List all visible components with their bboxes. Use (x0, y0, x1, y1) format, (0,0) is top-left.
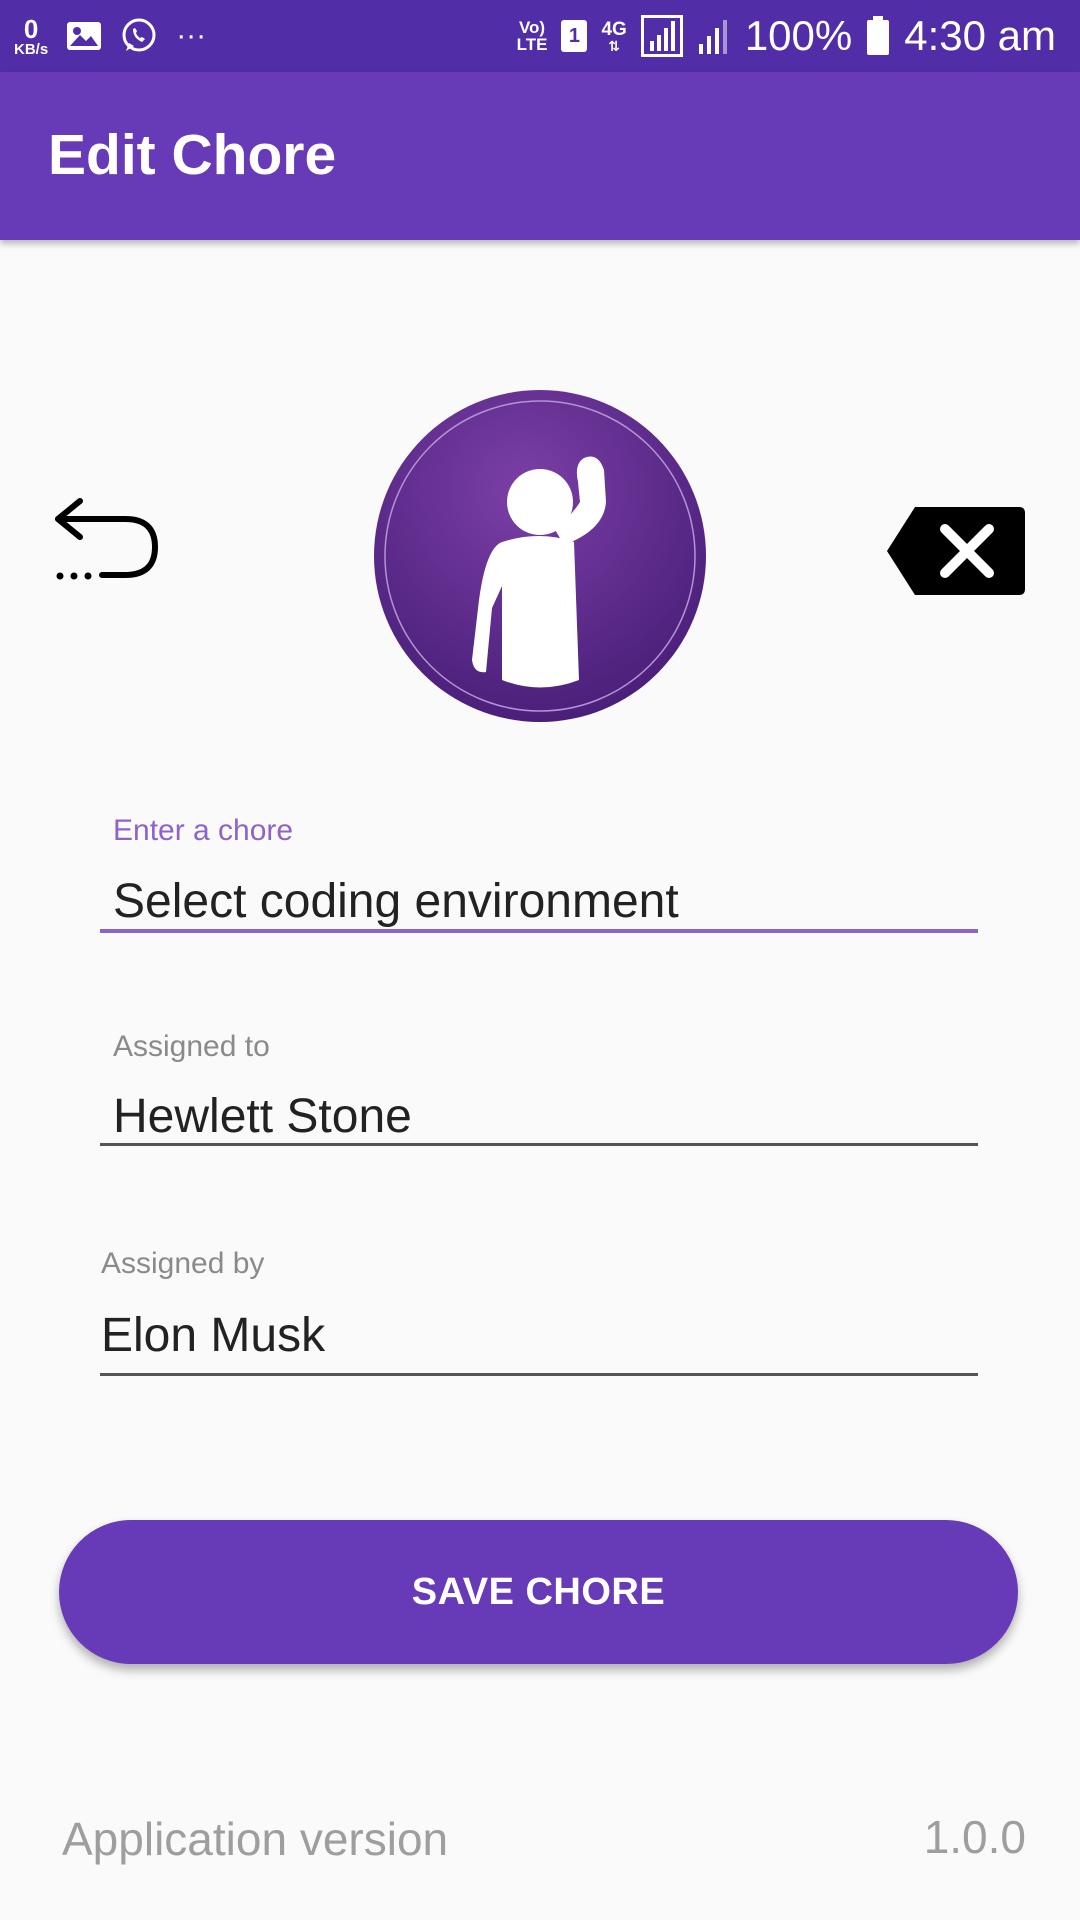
assigned-to-label: Assigned to (113, 1030, 270, 1063)
network-type-indicator: 4G ⇅ (601, 20, 626, 53)
chore-avatar[interactable] (374, 390, 706, 722)
assigned-to-value[interactable]: Hewlett Stone (113, 1089, 412, 1144)
chore-field-underline (100, 929, 978, 933)
assigned-to-field[interactable]: Assigned to Hewlett Stone (100, 1025, 978, 1150)
assigned-by-value[interactable]: Elon Musk (101, 1308, 325, 1363)
save-chore-button[interactable]: SAVE CHORE (59, 1520, 1018, 1664)
backspace-clear-icon (887, 507, 1025, 595)
undo-button[interactable] (50, 495, 165, 595)
data-arrows-icon: ⇅ (608, 37, 620, 54)
undo-arrow-icon (55, 498, 159, 580)
assigned-to-underline (100, 1143, 978, 1146)
assigned-by-label: Assigned by (101, 1247, 265, 1280)
status-bar-right: Vo) LTE 1 4G ⇅ 100% 4:30 am (517, 0, 1056, 72)
status-bar-left: 0 KB/s ··· (14, 0, 206, 72)
battery-icon (867, 16, 890, 55)
whatsapp-icon (122, 18, 156, 52)
app-version-label: Application version (62, 1813, 449, 1865)
volte-top: Vo) (518, 18, 546, 37)
person-raising-hand-icon (374, 390, 706, 722)
volte-indicator: Vo) LTE (517, 19, 548, 53)
signal-strength-secondary-icon (698, 20, 727, 54)
gallery-icon (67, 22, 102, 50)
network-speed-unit: KB/s (14, 40, 49, 58)
network-speed-value: 0 (23, 13, 39, 44)
network-speed: 0 KB/s (14, 16, 48, 57)
clock: 4:30 am (904, 12, 1056, 59)
app-bar: Edit Chore (0, 72, 1080, 240)
assigned-by-field[interactable]: Assigned by Elon Musk (100, 1240, 978, 1380)
chore-field-value[interactable]: Select coding environment (113, 874, 679, 929)
chore-field-label: Enter a chore (113, 814, 294, 847)
status-bar: 0 KB/s ··· Vo) LTE 1 4G ⇅ 100% 4:30 am (0, 0, 1080, 72)
battery-percent: 100% (744, 12, 853, 59)
sim-icon: 1 (561, 20, 588, 52)
app-version-value: 1.0.0 (923, 1811, 1026, 1863)
page-title: Edit Chore (48, 123, 337, 187)
assigned-by-underline (100, 1373, 978, 1376)
clear-button[interactable] (885, 505, 1027, 597)
chore-field[interactable]: Enter a chore Select coding environment (100, 810, 978, 935)
volte-bottom: LTE (516, 35, 548, 54)
network-type-label: 4G (601, 18, 627, 40)
more-notifications-icon: ··· (176, 19, 207, 52)
signal-strength-icon (640, 15, 683, 57)
